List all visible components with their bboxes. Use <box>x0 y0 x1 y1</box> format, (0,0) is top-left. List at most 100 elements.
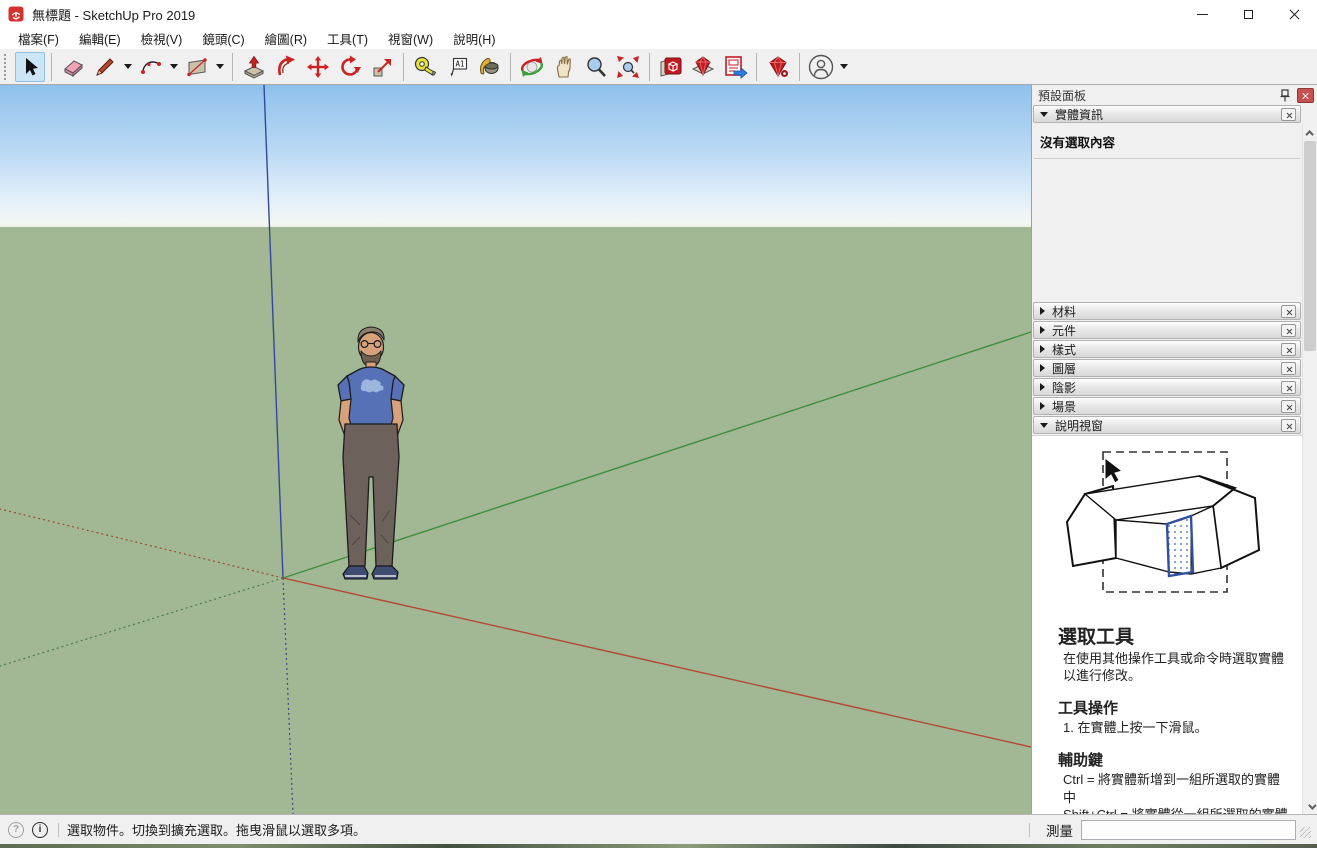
menu-file[interactable]: 檔案(F) <box>8 27 69 50</box>
tray-close-button[interactable] <box>1297 88 1314 103</box>
section-close-button[interactable] <box>1281 343 1296 356</box>
desktop-background-sliver <box>0 844 1317 848</box>
send-to-layout-icon <box>722 54 748 80</box>
section-label: 陰影 <box>1052 379 1076 396</box>
status-message: 選取物件。切換到擴充選取。拖曳滑鼠以選取多項。 <box>67 820 366 839</box>
house-drawing <box>1067 476 1259 574</box>
zoom-extents-tool-button[interactable] <box>613 52 643 82</box>
pan-tool-button[interactable] <box>549 52 579 82</box>
arc-tool-button[interactable] <box>136 52 166 82</box>
rotate-tool-button[interactable] <box>335 52 365 82</box>
section-close-button[interactable] <box>1281 400 1296 413</box>
toolbar-separator <box>51 53 52 81</box>
orbit-icon <box>519 54 545 80</box>
section-close-button[interactable] <box>1281 108 1296 121</box>
measurement-input[interactable] <box>1081 820 1296 840</box>
instructor-description: 在使用其他操作工具或命令時選取實體以進行修改。 <box>1063 650 1290 684</box>
select-tool-button[interactable] <box>15 52 45 82</box>
statusbar-separator <box>1029 823 1030 837</box>
extension-manager-button[interactable] <box>763 52 793 82</box>
extension-warehouse-button[interactable] <box>688 52 718 82</box>
entity-info-content: 沒有選取內容 <box>1032 124 1302 302</box>
tray-scrollbar[interactable] <box>1302 125 1317 814</box>
line-tool-button[interactable] <box>90 52 120 82</box>
menu-tools[interactable]: 工具(T) <box>317 27 378 50</box>
divider <box>1034 158 1300 159</box>
maximize-icon <box>1244 10 1253 19</box>
3d-warehouse-button[interactable] <box>656 52 686 82</box>
sketchup-logo-icon <box>8 6 24 22</box>
panel-section-instructor[interactable]: 說明視窗 <box>1033 416 1301 434</box>
close-button[interactable] <box>1271 0 1317 28</box>
menu-draw[interactable]: 繪圖(R) <box>255 27 317 50</box>
orbit-tool-button[interactable] <box>517 52 547 82</box>
user-account-dropdown[interactable] <box>837 52 850 82</box>
panel-section-scenes[interactable]: 場景 <box>1033 397 1301 415</box>
section-close-button[interactable] <box>1281 305 1296 318</box>
arc-tool-dropdown[interactable] <box>167 52 180 82</box>
scale-figure <box>338 327 404 579</box>
zoom-tool-button[interactable] <box>581 52 611 82</box>
window-resize-grip[interactable] <box>1300 827 1311 838</box>
menu-help[interactable]: 說明(H) <box>443 27 505 50</box>
expand-triangle-icon <box>1040 326 1045 334</box>
scroll-down-button[interactable] <box>1305 801 1316 812</box>
geolocation-help-icon[interactable]: ? <box>8 822 24 838</box>
drawing-area[interactable] <box>0 85 1031 814</box>
pin-icon <box>1280 89 1290 102</box>
section-label: 場景 <box>1052 398 1076 415</box>
push-pull-tool-button[interactable] <box>239 52 269 82</box>
offset-tool-button[interactable] <box>271 52 301 82</box>
rectangle-tool-button[interactable] <box>182 52 212 82</box>
panel-section-entity-info[interactable]: 實體資訊 <box>1033 105 1301 123</box>
move-tool-button[interactable] <box>303 52 333 82</box>
minimize-button[interactable] <box>1179 0 1225 28</box>
panel-section-shadows[interactable]: 陰影 <box>1033 378 1301 396</box>
tray-title: 預設面板 <box>1038 87 1086 104</box>
send-to-layout-button[interactable] <box>720 52 750 82</box>
viewport-scene <box>0 85 1031 814</box>
menu-window[interactable]: 視窗(W) <box>378 27 443 50</box>
panel-section-styles[interactable]: 樣式 <box>1033 340 1301 358</box>
menu-camera[interactable]: 鏡頭(C) <box>192 27 254 50</box>
statusbar-separator <box>58 823 59 837</box>
zoom-extents-icon <box>615 54 641 80</box>
section-close-button[interactable] <box>1281 381 1296 394</box>
paint-bucket-icon <box>477 55 501 79</box>
expand-triangle-icon <box>1040 307 1045 315</box>
panel-section-components[interactable]: 元件 <box>1033 321 1301 339</box>
info-icon[interactable]: i <box>32 822 48 838</box>
text-tool-button[interactable]: A1 <box>442 52 472 82</box>
rectangle-tool-dropdown[interactable] <box>213 52 226 82</box>
eraser-tool-button[interactable] <box>58 52 88 82</box>
instructor-operation-step: 1. 在實體上按一下滑鼠。 <box>1063 719 1290 736</box>
instructor-operation-heading: 工具操作 <box>1058 697 1302 718</box>
expand-triangle-icon <box>1040 383 1045 391</box>
line-tool-dropdown[interactable] <box>121 52 134 82</box>
section-label: 材料 <box>1052 303 1076 320</box>
getting-started-toolbar: A1 <box>0 49 1317 85</box>
scrollbar-thumb[interactable] <box>1304 141 1316 351</box>
auto-hide-pin-button[interactable] <box>1277 88 1293 103</box>
expand-triangle-icon <box>1040 402 1045 410</box>
axis-red-dotted <box>0 509 283 578</box>
section-close-button[interactable] <box>1281 324 1296 337</box>
toolbar-drag-handle[interactable] <box>4 54 9 80</box>
scale-tool-button[interactable] <box>367 52 397 82</box>
instructor-tool-title: 選取工具 <box>1058 622 1302 649</box>
section-close-button[interactable] <box>1281 419 1296 432</box>
user-account-button[interactable] <box>806 52 836 82</box>
panel-section-layers[interactable]: 圖層 <box>1033 359 1301 377</box>
section-close-button[interactable] <box>1281 362 1296 375</box>
axis-green-dotted <box>0 578 283 666</box>
maximize-button[interactable] <box>1225 0 1271 28</box>
tape-measure-tool-button[interactable] <box>410 52 440 82</box>
paint-bucket-tool-button[interactable] <box>474 52 504 82</box>
menu-edit[interactable]: 編輯(E) <box>69 27 131 50</box>
panel-section-materials[interactable]: 材料 <box>1033 302 1301 320</box>
menu-view[interactable]: 檢視(V) <box>131 27 193 50</box>
tray-titlebar[interactable]: 預設面板 <box>1032 85 1317 105</box>
sketchup-window: 無標題 - SketchUp Pro 2019 檔案(F) 編輯(E) 檢視(V… <box>0 0 1317 848</box>
scroll-up-button[interactable] <box>1305 127 1316 138</box>
eraser-icon <box>61 55 85 79</box>
